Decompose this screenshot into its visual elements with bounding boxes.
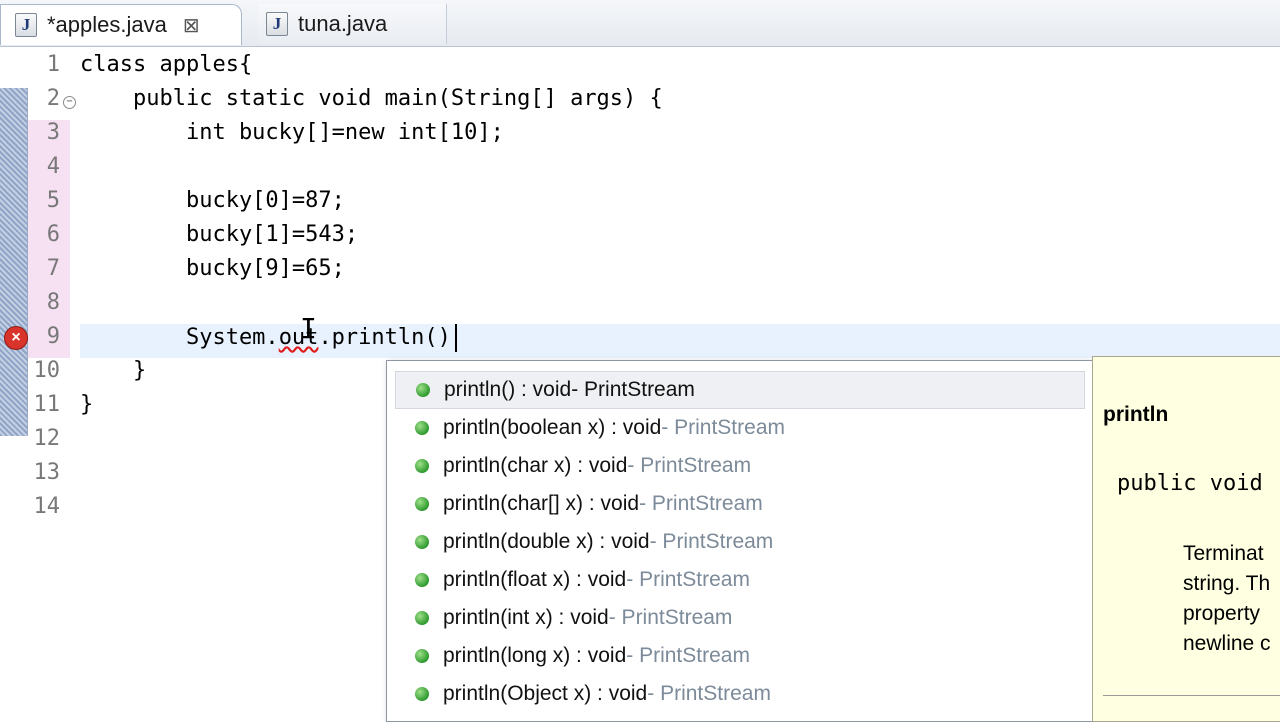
current-code-line[interactable]: System.out.println(): [80, 324, 1280, 358]
code-line[interactable]: class apples{: [80, 52, 1280, 86]
java-file-icon: J: [15, 13, 37, 37]
proposal-item[interactable]: println(int x) : void - PrintStream: [395, 599, 1085, 637]
tab-label: *apples.java: [47, 12, 167, 37]
javadoc-divider: [1103, 695, 1280, 696]
tab-label: tuna.java: [298, 11, 388, 36]
changed-region-marker: [0, 88, 28, 436]
line-number: 14: [33, 494, 61, 519]
javadoc-signature: public void: [1117, 471, 1263, 496]
proposal-item[interactable]: println(boolean x) : void - PrintStream: [395, 409, 1085, 447]
code-text: System.: [80, 325, 279, 350]
java-file-icon: J: [266, 12, 288, 36]
content-assist-popup: println() : void - PrintStream println(b…: [386, 360, 1094, 722]
javadoc-title: println: [1103, 403, 1169, 426]
public-method-icon: [415, 497, 429, 511]
line-number: 9: [28, 324, 70, 358]
line-number: 10: [33, 358, 61, 383]
javadoc-description: Terminat string. Th property newline c: [1183, 542, 1271, 655]
proposal-item[interactable]: println(double x) : void - PrintStream: [395, 523, 1085, 561]
error-marker-icon[interactable]: ×: [4, 326, 28, 350]
proposal-item[interactable]: println() : void - PrintStream: [395, 371, 1085, 409]
proposal-item[interactable]: println(char x) : void - PrintStream: [395, 447, 1085, 485]
editor-tab-bar: J *apples.java ⊠ J tuna.java: [0, 0, 1280, 47]
code-line[interactable]: [80, 154, 1280, 188]
proposal-item[interactable]: println(Object x) : void - PrintStream: [395, 675, 1085, 713]
public-method-icon: [415, 687, 429, 701]
line-number: 11: [33, 392, 61, 417]
proposal-item[interactable]: println(char[] x) : void - PrintStream: [395, 485, 1085, 523]
line-number: 8: [28, 290, 70, 324]
text-caret: [454, 324, 457, 352]
line-number: 13: [33, 460, 61, 485]
proposal-item[interactable]: println(long x) : void - PrintStream: [395, 637, 1085, 675]
ibeam-cursor-icon: I: [300, 312, 317, 345]
public-method-icon: [415, 535, 429, 549]
line-number: 2−: [28, 86, 76, 120]
line-number: 4: [28, 154, 70, 188]
public-method-icon: [415, 573, 429, 587]
code-line[interactable]: public static void main(String[] args) {: [80, 86, 1280, 120]
close-tab-icon[interactable]: ⊠: [183, 13, 200, 38]
fold-collapse-icon[interactable]: −: [63, 96, 76, 109]
code-line[interactable]: int bucky[]=new int[10];: [80, 120, 1280, 154]
line-number-gutter: 1 2− 3 4 5 6 7 8 9 10 11 12 13 14: [28, 52, 76, 528]
line-number: 12: [33, 426, 61, 451]
javadoc-hover-panel: println public void Terminat string. Th …: [1092, 356, 1280, 722]
line-number: 7: [28, 256, 70, 290]
line-number: 1: [46, 52, 60, 77]
code-line[interactable]: bucky[0]=87;: [80, 188, 1280, 222]
public-method-icon: [415, 649, 429, 663]
code-line[interactable]: bucky[9]=65;: [80, 256, 1280, 290]
public-method-icon: [415, 459, 429, 473]
public-method-icon: [415, 611, 429, 625]
proposal-item[interactable]: println(float x) : void - PrintStream: [395, 561, 1085, 599]
line-number: 3: [28, 120, 70, 154]
code-line[interactable]: bucky[1]=543;: [80, 222, 1280, 256]
tab-apples-java[interactable]: J *apples.java ⊠: [0, 4, 242, 45]
tab-tuna-java[interactable]: J tuna.java: [258, 4, 447, 44]
code-line[interactable]: [80, 290, 1280, 324]
line-number: 5: [28, 188, 70, 222]
line-number: 6: [28, 222, 70, 256]
public-method-icon: [415, 421, 429, 435]
code-text: .println(): [318, 325, 451, 350]
public-method-icon: [416, 383, 430, 397]
left-overview-ruler: ×: [0, 46, 28, 720]
